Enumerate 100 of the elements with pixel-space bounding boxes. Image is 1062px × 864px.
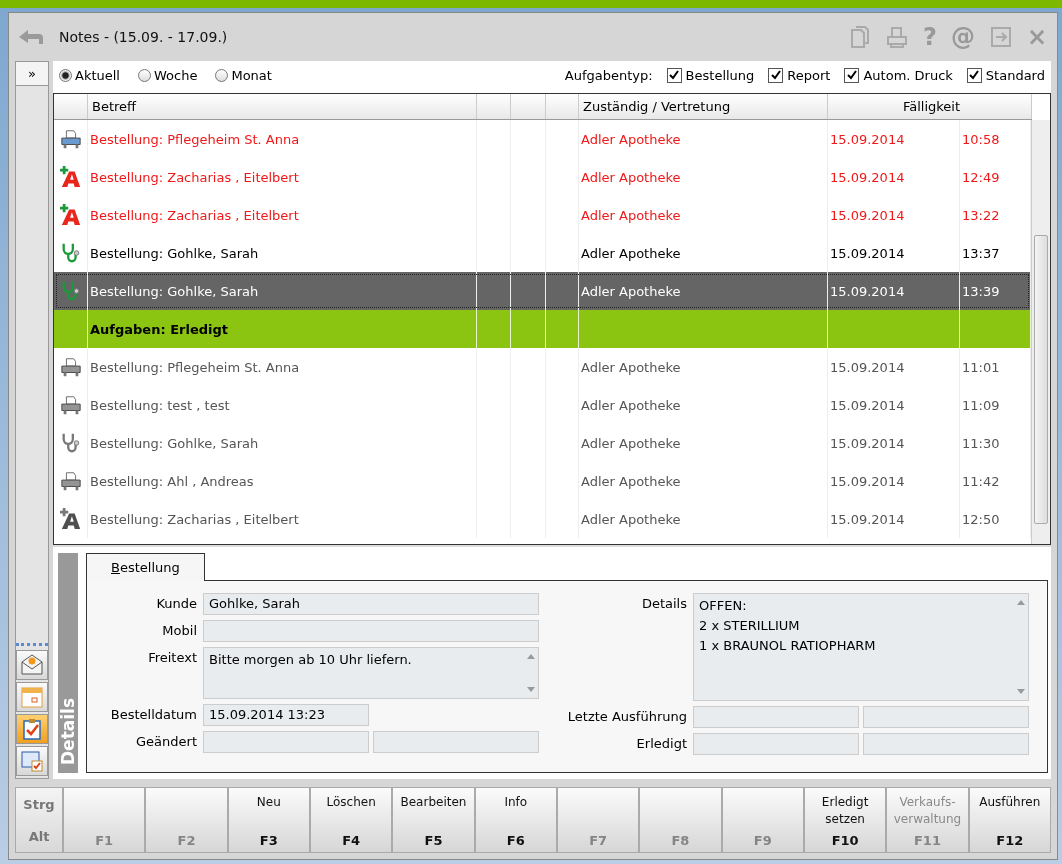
task-row[interactable]: Bestellung: Gohlke, Sarah Adler Apotheke 15.09.2014 11:30	[54, 424, 1031, 462]
print-icon[interactable]	[884, 25, 909, 49]
function-key[interactable]: Löschen F4	[310, 787, 393, 853]
back-icon[interactable]	[17, 27, 45, 47]
assignee-cell: Adler Apotheke	[581, 245, 681, 261]
details-side-label: Details	[58, 553, 78, 773]
text-area[interactable]: OFFEN: 2 x STERILLIUM 1 x BRAUNOL RATIOPHARM	[693, 593, 1029, 701]
subject-cell: Bestellung: Zacharias , Eitelbert	[90, 207, 299, 223]
subject-cell: Bestellung: Gohlke, Sarah	[90, 435, 259, 451]
details-tab[interactable]: Bestellung	[86, 553, 205, 581]
function-key[interactable]: Info F6	[474, 787, 557, 853]
checkbox[interactable]	[844, 67, 860, 83]
task-row[interactable]: Bestellung: Zacharias , Eitelbert Adler Apotheke 15.09.2014 13:22	[54, 196, 1031, 234]
subject-cell: Bestellung: Ahl , Andreas	[90, 473, 254, 489]
task-row[interactable]: Bestellung: Ahl , Andreas Adler Apotheke 15.09.2014 11:42	[54, 462, 1031, 500]
due-time-cell: 11:01	[962, 359, 1000, 375]
subject-cell: Bestellung: Gohlke, Sarah	[90, 245, 259, 261]
input-field[interactable]	[203, 731, 369, 753]
checkbox[interactable]	[768, 67, 784, 83]
scroll-down-icon[interactable]	[1017, 689, 1025, 694]
tasks-icon[interactable]	[16, 714, 48, 744]
subject-cell: Bestellung: Zacharias , Eitelbert	[90, 511, 299, 527]
scrollbar[interactable]	[1031, 120, 1050, 544]
input-field[interactable]	[693, 706, 859, 728]
checkbox[interactable]	[666, 67, 682, 83]
task-row[interactable]: Bestellung: Zacharias , Eitelbert Adler Apotheke 15.09.2014 12:49	[54, 158, 1031, 196]
text-area[interactable]: Bitte morgen ab 10 Uhr liefern.	[203, 647, 539, 699]
text-line: 2 x STERILLIUM	[699, 617, 801, 635]
printer-icon	[59, 356, 82, 378]
radio-button[interactable]	[59, 68, 72, 82]
due-date-cell: 15.09.2014	[830, 473, 905, 489]
input-field[interactable]	[693, 733, 859, 755]
radio-label[interactable]: Monat	[231, 67, 272, 83]
field-label: Erledigt	[635, 735, 687, 753]
input-field[interactable]: 15.09.2014 13:23	[203, 704, 369, 726]
column-header[interactable]: Betreff	[88, 94, 477, 119]
copy-icon[interactable]	[848, 25, 871, 49]
modifier-label: Alt	[28, 828, 50, 844]
assignee-cell: Adler Apotheke	[581, 359, 681, 375]
scroll-up-icon[interactable]	[1017, 600, 1025, 605]
exit-icon[interactable]	[988, 25, 1013, 49]
due-time-cell: 11:30	[962, 435, 1000, 451]
printer-icon	[59, 394, 82, 416]
text-line: OFFEN:	[699, 597, 748, 615]
input-field[interactable]	[373, 731, 539, 753]
checkbox-label[interactable]: Report	[787, 67, 831, 83]
input-field[interactable]	[863, 706, 1029, 728]
due-time-cell: 13:37	[962, 245, 1000, 261]
due-time-cell: 13:39	[962, 283, 1000, 299]
assignee-cell: Adler Apotheke	[581, 169, 681, 185]
due-date-cell: 15.09.2014	[830, 511, 905, 527]
due-date-cell: 15.09.2014	[830, 283, 905, 299]
column-header[interactable]: Fälligkeit	[828, 94, 1032, 119]
modifier-label: Strg	[23, 796, 55, 812]
radio-button[interactable]	[215, 68, 229, 82]
assignee-cell: Adler Apotheke	[581, 473, 681, 489]
task-row[interactable]: Bestellung: Zacharias , Eitelbert Adler Apotheke 15.09.2014 12:50	[54, 500, 1031, 538]
field-label: Bestelldatum	[109, 706, 197, 724]
due-date-cell: 15.09.2014	[830, 131, 905, 147]
form-icon[interactable]	[16, 746, 48, 776]
due-time-cell: 11:42	[962, 473, 1000, 489]
calendar-icon[interactable]	[16, 682, 48, 712]
expand-button[interactable]: »	[16, 62, 48, 86]
field-label: Kunde	[155, 595, 197, 613]
function-key[interactable]: Neu F3	[227, 787, 310, 853]
task-row[interactable]: Bestellung: test , test Adler Apotheke 15.09.2014 11:09	[54, 386, 1031, 424]
subject-cell: Bestellung: Gohlke, Sarah	[90, 283, 259, 299]
checkbox-label[interactable]: Bestellung	[685, 67, 755, 83]
task-row[interactable]: Bestellung: Pflegeheim St. Anna Adler Apotheke 15.09.2014 11:01	[54, 348, 1031, 386]
printer-icon	[59, 128, 82, 150]
checkbox-label[interactable]: Autom. Druck	[863, 67, 953, 83]
radio-label[interactable]: Aktuell	[75, 67, 120, 83]
printer-icon	[59, 470, 82, 492]
checkbox[interactable]	[966, 67, 982, 83]
due-time-cell: 12:50	[962, 511, 1000, 527]
subject-cell: Bestellung: Zacharias , Eitelbert	[90, 169, 299, 185]
function-key[interactable]: Ausführen F12	[968, 787, 1051, 853]
scroll-up-icon[interactable]	[527, 654, 535, 659]
task-row[interactable]: Bestellung: Gohlke, Sarah Adler Apotheke 15.09.2014 13:39	[54, 272, 1031, 310]
assignee-cell: Adler Apotheke	[581, 207, 681, 223]
assignee-cell: Adler Apotheke	[581, 131, 681, 147]
field-label: Geändert	[135, 733, 197, 751]
scroll-down-icon[interactable]	[527, 687, 535, 692]
function-key[interactable]: Erledigt setzen F10	[803, 787, 887, 853]
input-field[interactable]	[203, 620, 539, 642]
column-header[interactable]: Zuständig / Vertretung	[579, 94, 828, 119]
due-time-cell: 10:58	[962, 131, 1000, 147]
input-field[interactable]	[863, 733, 1029, 755]
assignee-cell: Adler Apotheke	[581, 283, 681, 299]
radio-button[interactable]	[138, 68, 151, 82]
task-row[interactable]: Bestellung: Pflegeheim St. Anna Adler Apotheke 15.09.2014 10:58	[54, 120, 1031, 158]
due-time-cell: 12:49	[962, 169, 1000, 185]
radio-label[interactable]: Woche	[154, 67, 198, 83]
due-time-cell: 13:22	[962, 207, 1000, 223]
function-key[interactable]: Bearbeiten F5	[392, 787, 475, 853]
mail-icon[interactable]	[16, 650, 48, 680]
due-time-cell: 11:09	[962, 397, 1000, 413]
input-field[interactable]: Gohlke, Sarah	[203, 593, 539, 615]
text-line: 1 x BRAUNOL RATIOPHARM	[699, 637, 877, 655]
checkbox-label[interactable]: Standard	[985, 67, 1045, 83]
